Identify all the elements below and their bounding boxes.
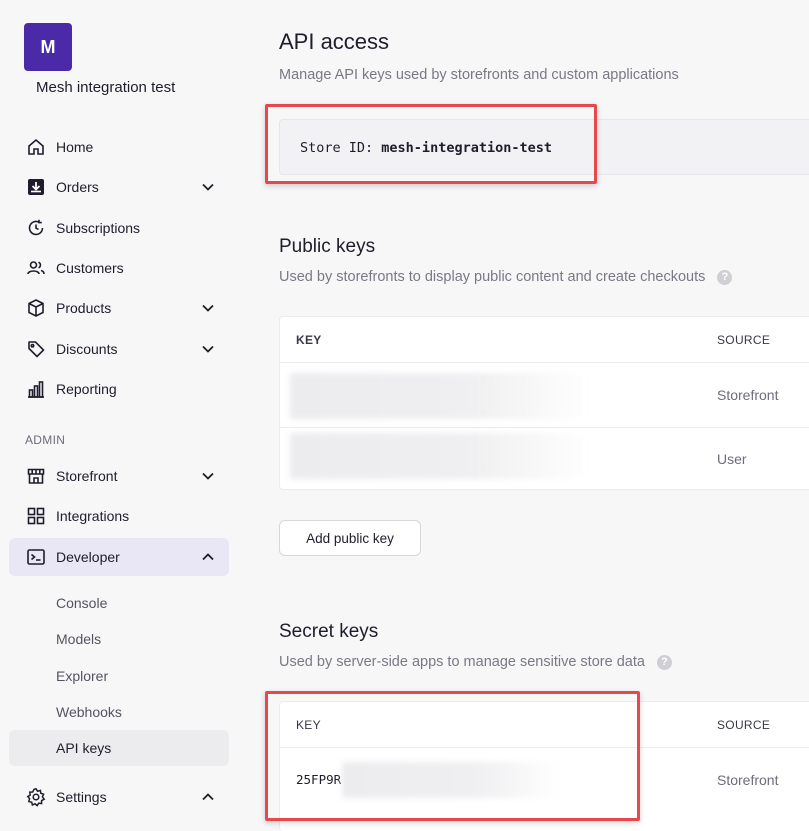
secret-keys-table: KEY SOURCE 25FP9R Storefront: [279, 701, 809, 831]
column-header-key: KEY: [296, 718, 321, 732]
help-icon[interactable]: ?: [717, 270, 733, 285]
store-id-text: Store ID: mesh-integration-test: [300, 140, 552, 156]
redacted-key: [342, 762, 562, 798]
public-keys-subtitle-text: Used by storefronts to display public co…: [279, 269, 706, 285]
store-id-box[interactable]: Store ID: mesh-integration-test: [279, 119, 809, 175]
bar-chart-icon: [25, 378, 47, 400]
secret-keys-title: Secret keys: [279, 621, 379, 642]
sidebar-item-label: Settings: [56, 789, 107, 805]
sidebar-item-home[interactable]: Home: [9, 128, 229, 166]
divider: [280, 747, 809, 748]
home-icon: [25, 136, 47, 158]
sidebar-item-discounts[interactable]: Discounts: [9, 330, 229, 368]
public-keys-title: Public keys: [279, 236, 376, 257]
secret-keys-subtitle-text: Used by server-side apps to manage sensi…: [279, 654, 645, 670]
table-row-source: Storefront: [717, 387, 779, 403]
sidebar-item-label: Discounts: [56, 341, 118, 357]
sidebar-subitem-models[interactable]: Models: [9, 621, 229, 657]
tag-icon: [25, 338, 47, 360]
chevron-down-icon[interactable]: [201, 301, 215, 315]
sidebar-item-label: Products: [56, 300, 112, 316]
chevron-down-icon[interactable]: [201, 469, 215, 483]
column-header-source: SOURCE: [717, 333, 771, 347]
column-header-key: KEY: [296, 333, 322, 347]
section-label-admin: ADMIN: [25, 433, 66, 447]
sidebar-item-products[interactable]: Products: [9, 289, 229, 327]
store-name[interactable]: Mesh integration test: [36, 79, 175, 96]
gear-icon: [25, 786, 47, 808]
sidebar-item-label: Storefront: [56, 468, 118, 484]
sidebar-item-label: Subscriptions: [56, 220, 141, 236]
terminal-icon: [25, 546, 47, 568]
redacted-key: [290, 433, 590, 479]
store-id-label: Store ID:: [300, 140, 374, 156]
sidebar-item-label: Integrations: [56, 508, 130, 524]
page-subtitle: Manage API keys used by storefronts and …: [279, 67, 679, 83]
column-header-source: SOURCE: [717, 718, 771, 732]
storefront-icon: [25, 465, 47, 487]
store-id-value[interactable]: mesh-integration-test: [381, 140, 552, 156]
help-icon[interactable]: ?: [656, 655, 672, 670]
sidebar-item-customers[interactable]: Customers: [9, 249, 229, 287]
divider: [280, 362, 809, 363]
sidebar-item-label: Customers: [56, 260, 124, 276]
add-public-key-button[interactable]: Add public key: [279, 520, 421, 556]
sidebar-item-label: Orders: [56, 179, 99, 195]
sidebar-item-subscriptions[interactable]: Subscriptions: [9, 209, 229, 247]
sidebar-subitem-console[interactable]: Console: [9, 585, 229, 621]
refresh-clock-icon: [25, 217, 47, 239]
chevron-up-icon[interactable]: [201, 790, 215, 804]
sidebar: M Mesh integration test Home Orders Subs…: [0, 0, 240, 831]
sidebar-item-integrations[interactable]: Integrations: [9, 497, 229, 535]
sidebar-subitem-explorer[interactable]: Explorer: [9, 658, 229, 694]
public-keys-table: KEY SOURCE Storefront User: [279, 316, 809, 490]
store-avatar[interactable]: M: [24, 23, 72, 71]
chevron-up-icon[interactable]: [201, 550, 215, 564]
sidebar-subitem-webhooks[interactable]: Webhooks: [9, 694, 229, 730]
sidebar-item-orders[interactable]: Orders: [9, 168, 229, 206]
sidebar-item-storefront[interactable]: Storefront: [9, 457, 229, 495]
chevron-down-icon[interactable]: [201, 342, 215, 356]
chevron-down-icon[interactable]: [201, 180, 215, 194]
download-box-icon: [25, 176, 47, 198]
secret-key-prefix[interactable]: 25FP9R: [296, 772, 341, 787]
table-row-source: User: [717, 451, 747, 467]
public-keys-subtitle: Used by storefronts to display public co…: [279, 269, 733, 285]
sidebar-item-reporting[interactable]: Reporting: [9, 370, 229, 408]
table-row-source: Storefront: [717, 772, 779, 788]
redacted-key: [290, 373, 590, 419]
grid-icon: [25, 505, 47, 527]
users-icon: [25, 257, 47, 279]
secret-keys-subtitle: Used by server-side apps to manage sensi…: [279, 654, 672, 670]
divider: [280, 427, 809, 428]
box-icon: [25, 297, 47, 319]
sidebar-item-label: Developer: [56, 549, 120, 565]
sidebar-item-developer[interactable]: Developer: [9, 538, 229, 576]
sidebar-item-label: Home: [56, 139, 94, 155]
page-title: API access: [279, 29, 390, 54]
sidebar-item-settings[interactable]: Settings: [9, 778, 229, 816]
sidebar-subitem-api-keys[interactable]: API keys: [9, 730, 229, 766]
sidebar-item-label: Reporting: [56, 381, 117, 397]
